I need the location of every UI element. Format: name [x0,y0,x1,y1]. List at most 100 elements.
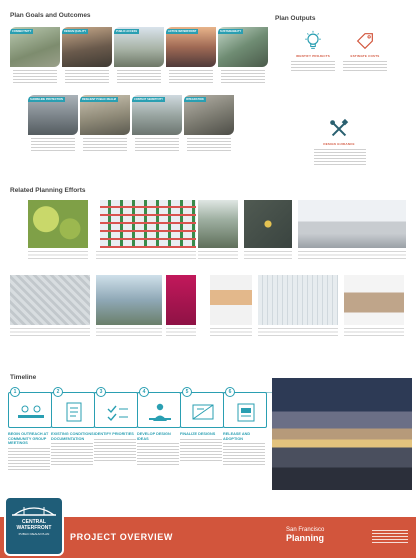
goal-label: PUBLIC ACCESS [114,29,140,34]
goal-label: CONTEXT SENSITIVITY [132,97,165,102]
related-item-11 [344,275,404,343]
outputs-title: Plan Outputs [275,15,316,22]
plan-map-image [28,200,88,248]
goal-label: SUSTAINABILITY [218,29,244,34]
related-item-9 [210,275,252,343]
related-item-6 [10,275,90,343]
report-icon [237,403,255,422]
step-number: 5 [182,387,192,397]
goal-card-6: SHORELINE PROTECTION [28,95,78,152]
plan-skyline-image [298,200,406,248]
step-title: DEVELOP DESIGN IDEAS [137,432,171,441]
goal-description [221,70,265,84]
goal-label: SHORELINE PROTECTION [28,97,65,102]
timeline-step-3: 3 IDENTIFY PRIORITIES [94,387,140,461]
plan-rendering-image [96,275,162,325]
related-item-4 [244,200,292,265]
related-item-2 [96,200,196,265]
plan-cover-image [344,275,404,325]
goal-description [31,138,75,152]
output-estimate-costs: ESTIMATE COSTS [340,30,390,73]
goal-label: DESIGN QUALITY [62,29,89,34]
plan-aerial-image [244,200,292,248]
goal-card-5: SUSTAINABILITY [218,27,268,84]
caption [96,328,162,338]
related-item-5 [298,200,406,265]
step-description [51,443,93,466]
step-description [8,447,50,470]
goal-description [83,138,127,152]
footer-title: PROJECT OVERVIEW [70,532,173,542]
badge-line3: PUBLIC REALM PLAN [18,532,50,536]
goal-card-3: PUBLIC ACCESS [114,27,164,84]
step-number: 1 [10,387,20,397]
tools-icon [330,118,349,137]
goal-card-7: RESILIENT PUBLIC REALM [80,95,130,152]
timeline-title: Timeline [10,374,37,381]
step-description [223,443,265,466]
goal-card-4: ACTIVE WATERFRONT [166,27,216,84]
goal-description [187,138,231,152]
document-icon [66,402,82,422]
output-description [314,149,366,165]
badge-line2: WATERFRONT [16,525,52,531]
caption [244,251,292,261]
designer-icon [149,403,171,421]
output-description [343,61,387,73]
plan-diagram-image [96,200,196,248]
goal-description [135,138,179,152]
step-number: 6 [225,387,235,397]
goal-card-2: DESIGN QUALITY [62,27,112,84]
plan-map-image [258,275,338,325]
step-card: 1 [8,387,52,428]
timeline-step-1: 1 BEGIN OUTREACH AT COMMUNITY GROUP MEET… [8,387,54,470]
caption [96,251,196,261]
meeting-icon [18,405,44,418]
step-card: 6 [223,387,267,428]
goal-label: INTEGRATION [184,97,206,102]
caption [344,328,404,338]
step-title: IDENTIFY PRIORITIES [94,432,134,436]
plan-photo-image [198,200,238,248]
step-number: 2 [53,387,63,397]
bridge-icon [12,507,56,516]
price-tag-icon [356,33,373,50]
project-badge: CENTRAL WATERFRONT PUBLIC REALM PLAN [4,496,64,556]
goal-description [65,70,109,84]
step-card: 5 [180,387,224,428]
plan-cover-image [210,275,252,325]
step-number: 4 [139,387,149,397]
caption [10,328,90,338]
related-item-10 [258,275,338,343]
output-design-guidance: DESIGN GUIDANCE [314,118,366,165]
related-title: Related Planning Efforts [10,187,86,194]
timeline-step-2: 2 EXISTING CONDITIONS DOCUMENTATION [51,387,97,466]
output-label: ESTIMATE COSTS [350,54,380,58]
sf-planning-logo: San Francisco Planning [286,526,324,543]
timeline-step-5: 5 FINALIZE DESIGNS [180,387,226,461]
caption [198,251,238,261]
step-description [137,443,179,466]
goal-description [117,70,161,84]
step-card: 3 [94,387,138,428]
caption [258,328,338,338]
org-line2: Planning [286,533,324,543]
output-label: DESIGN GUIDANCE [323,142,355,146]
output-description [291,61,335,73]
step-number: 3 [96,387,106,397]
caption [298,251,406,261]
plan-cover-image [166,275,196,325]
goal-label: RESILIENT PUBLIC REALM [80,97,118,102]
goal-label: ACTIVE WATERFRONT [166,29,199,34]
goal-card-9: INTEGRATION [184,95,234,152]
step-title: RELEASE AND ADOPTION [223,432,251,441]
lightbulb-icon [305,30,321,49]
goal-label: CONNECTIVITY [10,29,34,34]
checklist-icon [107,405,128,422]
step-card: 4 [137,387,181,428]
goal-description [13,70,57,84]
step-title: FINALIZE DESIGNS [180,432,216,436]
goal-card-8: CONTEXT SENSITIVITY [132,95,182,152]
goal-card-1: CONNECTIVITY [10,27,60,84]
footer-fineprint [372,530,408,544]
